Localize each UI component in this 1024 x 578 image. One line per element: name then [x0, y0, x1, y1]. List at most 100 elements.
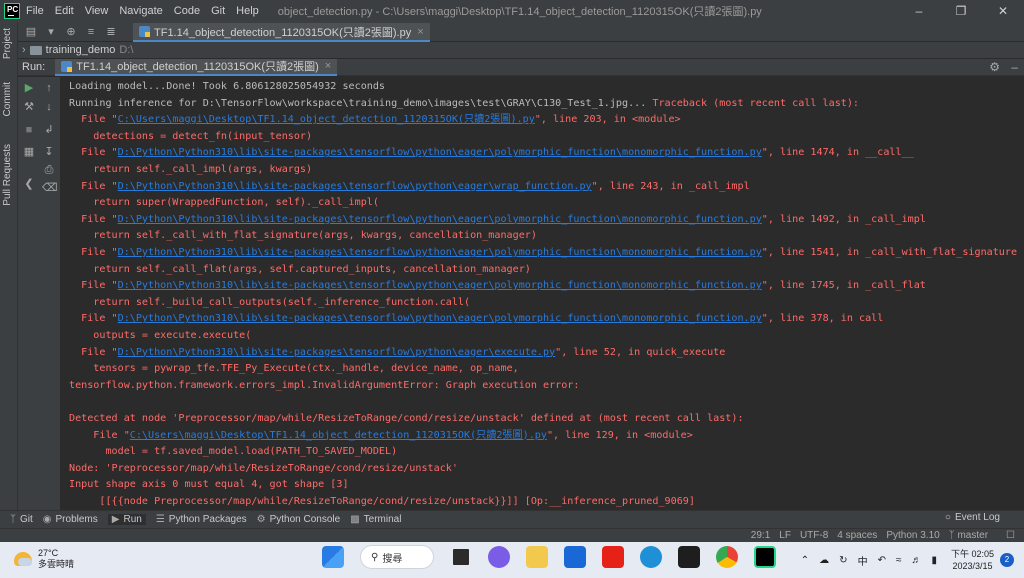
console-text: File ": [69, 247, 118, 258]
run-console-output[interactable]: Loading model...Done! Took 6.80612802505…: [60, 77, 1024, 510]
menu-item-git[interactable]: Git: [211, 5, 225, 17]
tool-tab-problems[interactable]: ◉ Problems: [43, 514, 98, 525]
close-tab-icon[interactable]: ×: [417, 26, 423, 38]
microsoft-store-icon[interactable]: [564, 546, 586, 568]
python-file-icon: [61, 60, 73, 72]
pull-requests-tool-button[interactable]: Pull Requests: [2, 144, 13, 206]
event-log-button[interactable]: ○ Event Log: [945, 512, 1000, 523]
trash-icon[interactable]: ⌫: [42, 181, 58, 195]
weather-icon: [14, 552, 32, 566]
print-icon[interactable]: ⎙: [42, 163, 56, 177]
menu-bar: File Edit View Navigate Code Git Help: [26, 5, 270, 17]
stop-icon[interactable]: ■: [22, 123, 36, 137]
task-view-icon[interactable]: [450, 546, 472, 568]
battery-icon[interactable]: ▮: [931, 555, 937, 566]
layout-icon[interactable]: ▤: [24, 25, 38, 39]
file-path-link[interactable]: D:\Python\Python310\lib\site-packages\te…: [118, 214, 762, 225]
file-path-link[interactable]: D:\Python\Python310\lib\site-packages\te…: [118, 347, 556, 358]
target-icon[interactable]: ⊕: [64, 25, 78, 39]
ime-mode-icon[interactable]: ↶: [878, 555, 886, 566]
pin-icon[interactable]: ❮: [22, 177, 36, 191]
layout-icon[interactable]: ▦: [22, 145, 36, 159]
file-path-link[interactable]: D:\Python\Python310\lib\site-packages\te…: [118, 147, 762, 158]
pycharm-app-icon[interactable]: [754, 546, 776, 568]
file-path-link[interactable]: D:\Python\Python310\lib\site-packages\te…: [118, 280, 762, 291]
maximize-button[interactable]: ❐: [940, 0, 982, 22]
line-separator[interactable]: LF: [779, 530, 791, 541]
clock[interactable]: 下午 02:05 2023/3/15: [951, 548, 994, 572]
file-encoding[interactable]: UTF-8: [800, 530, 828, 541]
tool-tab-run[interactable]: ▶ Run: [107, 514, 146, 525]
wrench-icon[interactable]: ⚒: [22, 100, 36, 114]
weather-widget[interactable]: 27°C 多雲時晴: [14, 548, 74, 570]
indent-setting[interactable]: 4 spaces: [837, 530, 877, 541]
file-path-link[interactable]: D:\Python\Python310\lib\site-packages\te…: [118, 181, 592, 192]
menu-item-edit[interactable]: Edit: [55, 5, 74, 17]
windows-start-icon[interactable]: [322, 546, 344, 568]
menu-item-help[interactable]: Help: [236, 5, 259, 17]
console-text: detections = detect_fn(input_tensor): [69, 130, 313, 142]
tool-tab-python-packages[interactable]: ☰ Python Packages: [156, 514, 247, 525]
expand-icon[interactable]: ≣: [104, 25, 118, 39]
console-line: return self._build_call_outputs(self._in…: [69, 296, 470, 310]
notification-badge[interactable]: 2: [1000, 553, 1014, 567]
breadcrumb-project[interactable]: training_demo: [46, 44, 116, 56]
wifi-icon[interactable]: ≈: [896, 555, 902, 566]
editor-tab[interactable]: TF1.14_object_detection_1120315OK(只讀2張圖)…: [133, 23, 430, 42]
ime-indicator[interactable]: 中: [858, 553, 868, 568]
console-text: ", line 378, in call: [761, 313, 884, 325]
tool-tab-git[interactable]: ᛉ Git: [10, 514, 33, 525]
menu-item-navigate[interactable]: Navigate: [119, 5, 162, 17]
project-tool-button[interactable]: Project: [2, 28, 13, 59]
git-branch[interactable]: ᛉ master: [949, 530, 997, 541]
console-text: ", line 203, in <module>: [534, 114, 681, 126]
volume-icon[interactable]: ♬: [911, 555, 921, 566]
menu-item-view[interactable]: View: [85, 5, 109, 17]
file-explorer-icon[interactable]: [526, 546, 548, 568]
dropdown-icon[interactable]: ▾: [44, 25, 58, 39]
console-text: File ": [69, 280, 118, 292]
terminal-app-icon[interactable]: [678, 546, 700, 568]
youtube-icon[interactable]: [602, 546, 624, 568]
chat-icon[interactable]: [488, 546, 510, 568]
rerun-icon[interactable]: ▶: [22, 81, 36, 95]
file-path-link[interactable]: C:\Users\maggi\Desktop\TF1.14_object_det…: [118, 114, 535, 125]
edge-browser-icon[interactable]: [640, 546, 662, 568]
expand-arrow-icon[interactable]: ›: [22, 44, 26, 56]
python-interpreter[interactable]: Python 3.10: [886, 530, 939, 541]
file-path-link[interactable]: C:\Users\maggi\Desktop\TF1.14_object_det…: [130, 430, 547, 441]
menu-item-file[interactable]: File: [26, 5, 44, 17]
tool-tab-python-console[interactable]: ⚙ Python Console: [257, 514, 341, 525]
scroll-up-icon[interactable]: ↑: [42, 81, 56, 95]
windows-taskbar: 27°C 多雲時晴 ⚲ 搜尋 ⌃ ☁ ↻ 中 ↶ ≈ ♬ ▮ 下午 02:05 …: [0, 542, 1024, 578]
hide-icon[interactable]: –: [1011, 60, 1018, 74]
run-icon: ▶: [111, 514, 120, 525]
collapse-icon[interactable]: ≡: [84, 25, 98, 39]
minimize-button[interactable]: –: [898, 0, 940, 22]
close-run-tab-icon[interactable]: ×: [325, 60, 331, 72]
lock-icon[interactable]: ☐: [1006, 530, 1015, 541]
soft-wrap-icon[interactable]: ↲: [42, 123, 56, 137]
gear-icon[interactable]: ⚙: [989, 60, 1000, 74]
show-hidden-icons-icon[interactable]: ⌃: [801, 555, 809, 566]
taskbar-search[interactable]: ⚲ 搜尋: [360, 545, 434, 569]
cursor-position[interactable]: 29:1: [751, 530, 770, 541]
run-config-tab[interactable]: TF1.14_object_detection_1120315OK(只讀2張圖)…: [55, 58, 338, 76]
close-button[interactable]: ✕: [982, 0, 1024, 22]
console-text: File ": [69, 313, 118, 325]
scroll-down-icon[interactable]: ↓: [42, 100, 56, 114]
console-line: tensors = pywrap_tfe.TFE_Py_Execute(ctx.…: [69, 362, 518, 376]
sync-icon[interactable]: ↻: [839, 555, 847, 566]
clock-date: 2023/3/15: [952, 561, 993, 571]
scroll-to-end-icon[interactable]: ↧: [42, 145, 56, 159]
tool-tab-terminal[interactable]: ▩ Terminal: [350, 514, 401, 525]
cloud-icon[interactable]: ☁: [819, 555, 829, 566]
console-line: File "C:\Users\maggi\Desktop\TF1.14_obje…: [69, 429, 693, 443]
console-line: Running inference for D:\TensorFlow\work…: [69, 97, 859, 111]
commit-tool-button[interactable]: Commit: [2, 82, 13, 116]
file-path-link[interactable]: D:\Python\Python310\lib\site-packages\te…: [118, 247, 762, 258]
chrome-icon[interactable]: [716, 546, 738, 568]
menu-item-code[interactable]: Code: [174, 5, 200, 17]
python-file-icon: [139, 26, 150, 37]
file-path-link[interactable]: D:\Python\Python310\lib\site-packages\te…: [118, 313, 762, 324]
